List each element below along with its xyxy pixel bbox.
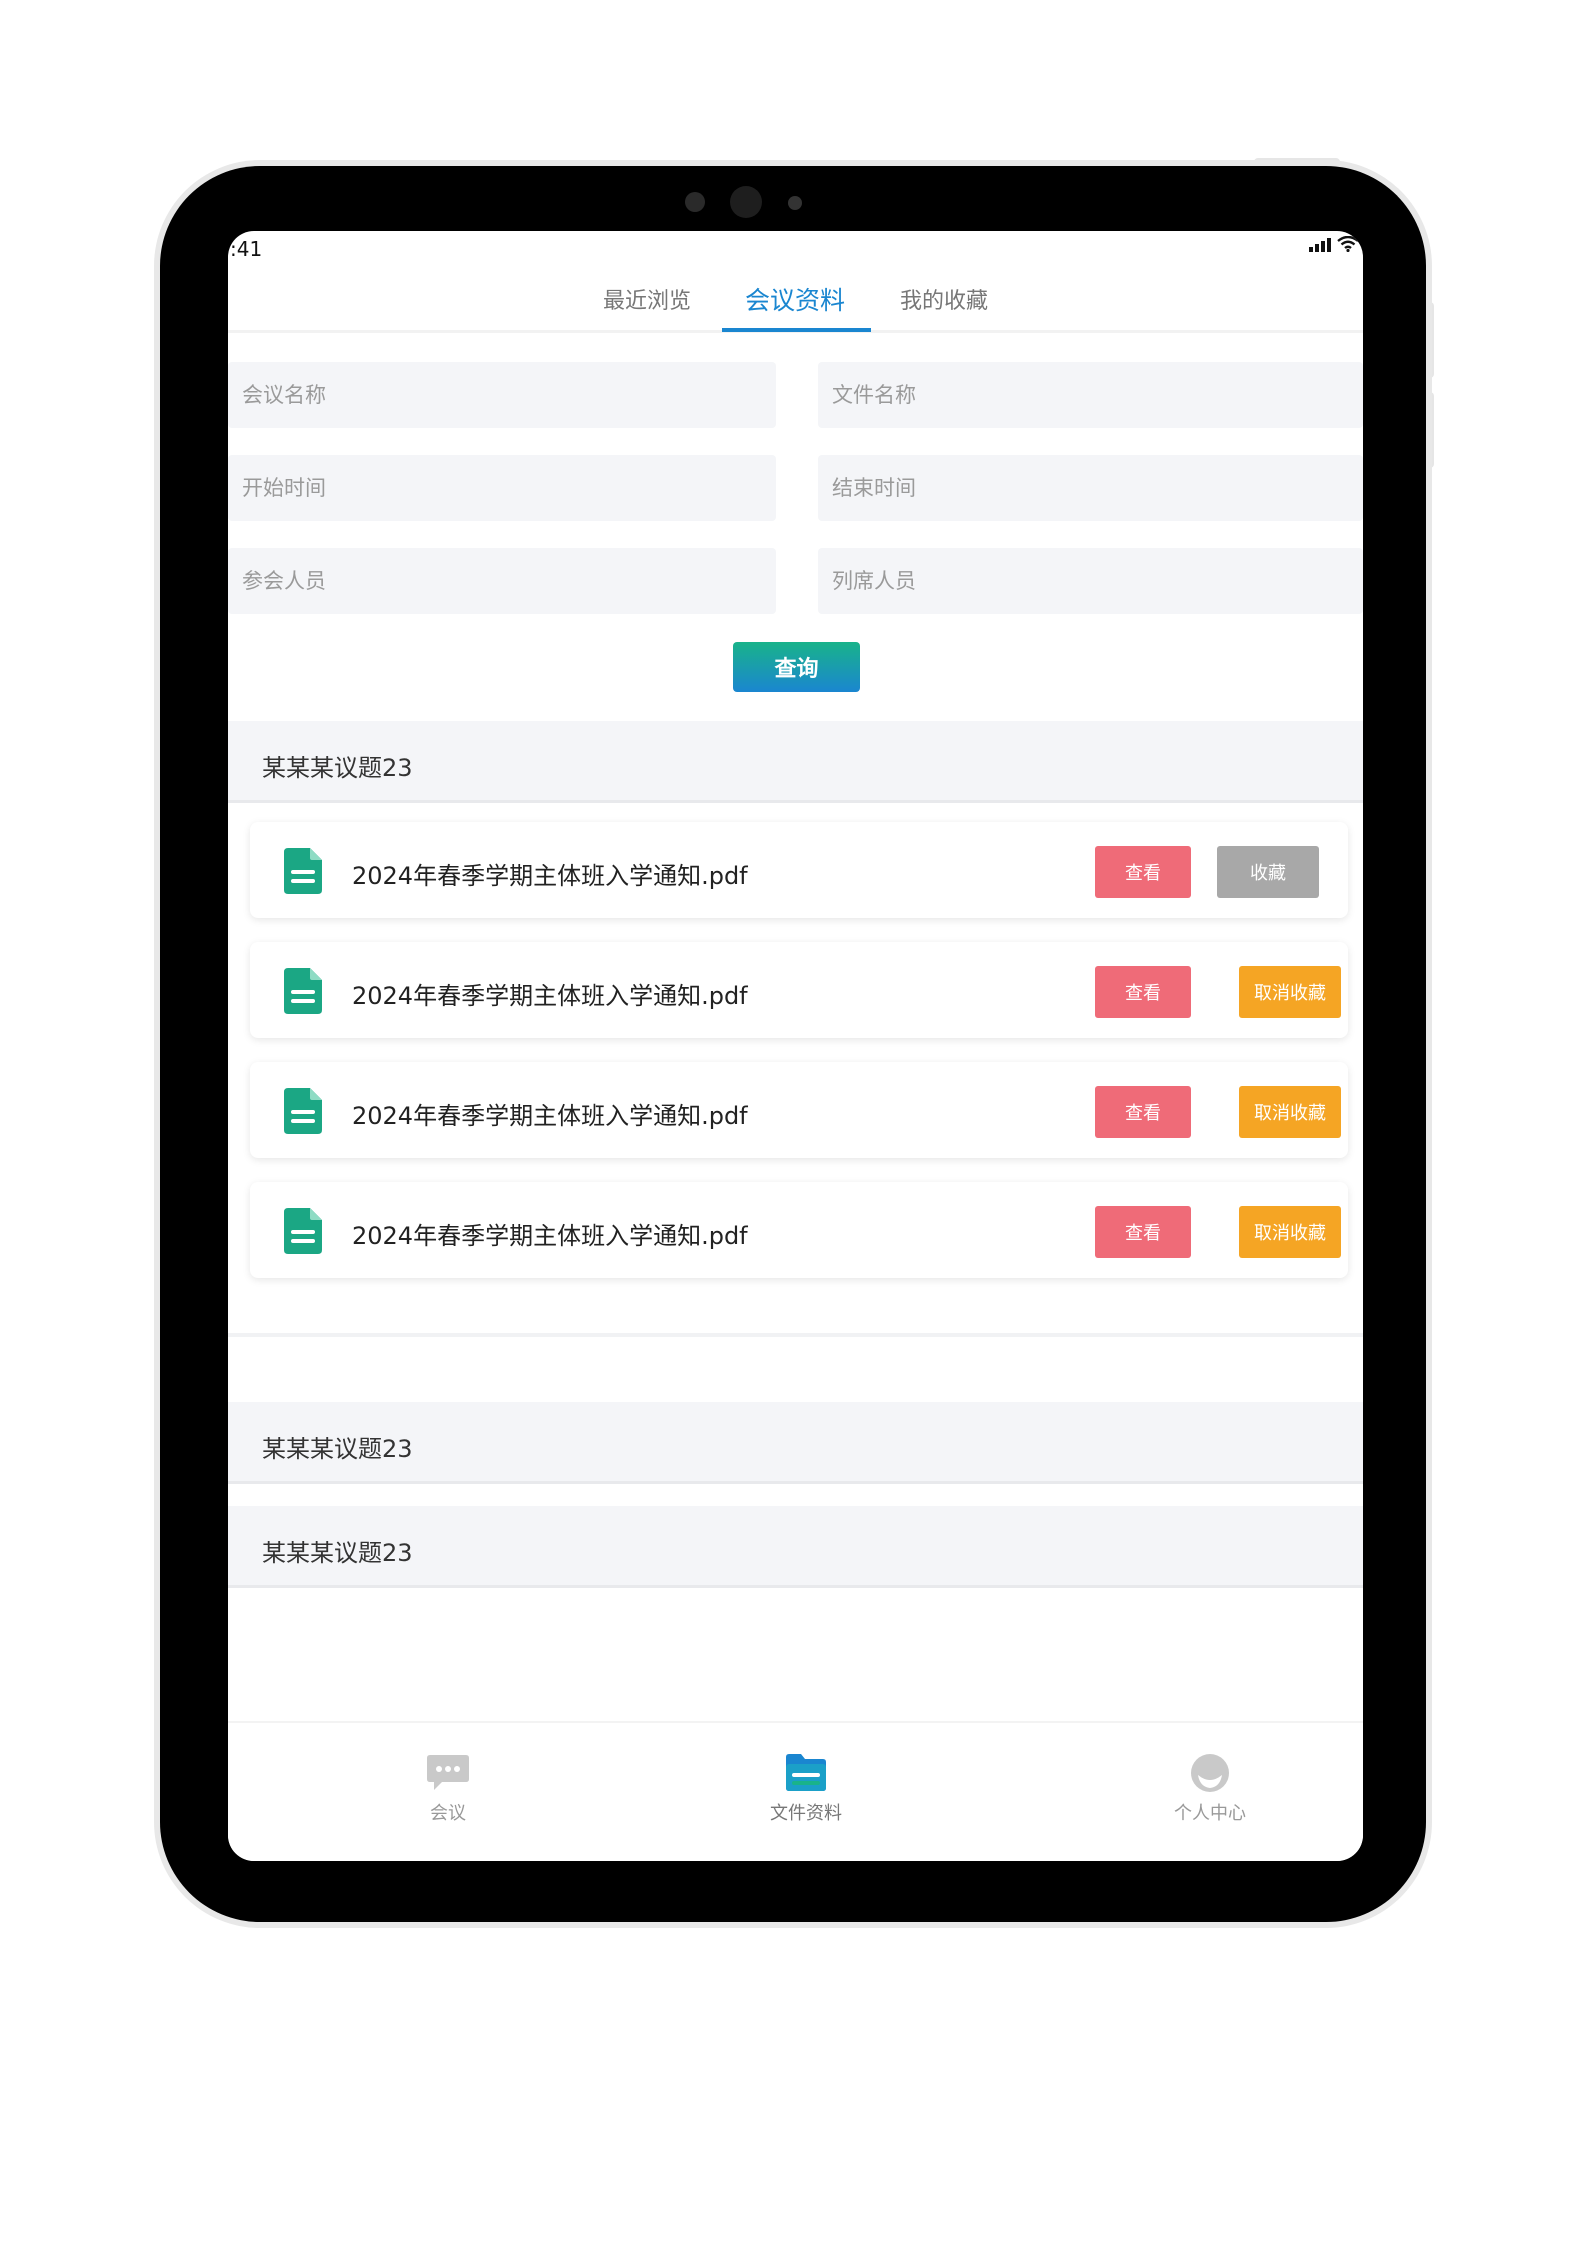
start-time-input[interactable] <box>228 455 776 521</box>
chat-icon <box>427 1755 469 1790</box>
file-card[interactable]: 2024年春季学期主体班入学通知.pdf 查看 取消收藏 <box>250 942 1348 1038</box>
observers-input[interactable] <box>818 548 1363 614</box>
file-card[interactable]: 2024年春季学期主体班入学通知.pdf 查看 取消收藏 <box>250 1062 1348 1158</box>
file-name: 2024年春季学期主体班入学通知.pdf <box>352 982 748 1010</box>
query-button[interactable]: 查询 <box>733 642 860 692</box>
section-header[interactable]: 某某某议题23 <box>228 1506 1363 1588</box>
unfavorite-button[interactable]: 取消收藏 <box>1239 1206 1341 1258</box>
view-button[interactable]: 查看 <box>1095 1206 1191 1258</box>
wifi-icon <box>1337 236 1359 252</box>
status-icons <box>1309 236 1359 252</box>
nav-files[interactable]: 文件资料 <box>746 1753 866 1825</box>
document-icon <box>284 968 322 1014</box>
meeting-name-input[interactable] <box>228 362 776 428</box>
tab-my-favorites[interactable]: 我的收藏 <box>900 283 988 333</box>
file-name: 2024年春季学期主体班入学通知.pdf <box>352 1102 748 1130</box>
favorite-button[interactable]: 收藏 <box>1217 846 1319 898</box>
file-card[interactable]: 2024年春季学期主体班入学通知.pdf 查看 收藏 <box>250 822 1348 918</box>
top-tabs: 最近浏览 会议资料 我的收藏 <box>228 273 1363 333</box>
section-header[interactable]: 某某某议题23 <box>228 1402 1363 1484</box>
tab-recent[interactable]: 最近浏览 <box>603 283 691 333</box>
view-button[interactable]: 查看 <box>1095 966 1191 1018</box>
tab-meeting-materials[interactable]: 会议资料 <box>745 281 845 331</box>
document-icon <box>284 1088 322 1134</box>
document-icon <box>284 848 322 894</box>
view-button[interactable]: 查看 <box>1095 846 1191 898</box>
sensor-dot <box>685 192 705 212</box>
nav-label: 会议 <box>430 1803 466 1824</box>
file-card[interactable]: 2024年春季学期主体班入学通知.pdf 查看 取消收藏 <box>250 1182 1348 1278</box>
bottom-nav: 会议 文件资料 个人中心 <box>228 1721 1363 1861</box>
section-header[interactable]: 某某某议题23 <box>228 721 1363 803</box>
active-tab-indicator <box>722 328 871 332</box>
user-icon <box>1191 1754 1229 1792</box>
view-button[interactable]: 查看 <box>1095 1086 1191 1138</box>
nav-profile[interactable]: 个人中心 <box>1150 1753 1270 1825</box>
attendees-input[interactable] <box>228 548 776 614</box>
status-bar: :41 <box>228 231 1363 261</box>
section-title: 某某某议题23 <box>262 754 413 782</box>
volume-down-button <box>1426 392 1434 468</box>
section-file-list: 2024年春季学期主体班入学通知.pdf 查看 收藏 2024年春季学期主体班入… <box>228 806 1363 1337</box>
unfavorite-button[interactable]: 取消收藏 <box>1239 1086 1341 1138</box>
unfavorite-button[interactable]: 取消收藏 <box>1239 966 1341 1018</box>
light-sensor <box>788 196 802 210</box>
file-name: 2024年春季学期主体班入学通知.pdf <box>352 862 748 890</box>
end-time-input[interactable] <box>818 455 1363 521</box>
app-screen: :41 最近浏览 会议资料 我的收藏 查询 某某某议题23 <box>228 231 1363 1861</box>
status-time: :41 <box>230 237 263 261</box>
file-name-input[interactable] <box>818 362 1363 428</box>
nav-label: 个人中心 <box>1174 1803 1246 1824</box>
nav-meetings[interactable]: 会议 <box>388 1753 508 1825</box>
folder-icon <box>786 1754 826 1791</box>
section-title: 某某某议题23 <box>262 1539 413 1567</box>
signal-icon <box>1309 236 1331 252</box>
front-camera <box>730 186 762 218</box>
volume-up-button <box>1426 302 1434 378</box>
power-button <box>1254 158 1340 166</box>
nav-label: 文件资料 <box>770 1803 842 1824</box>
file-name: 2024年春季学期主体班入学通知.pdf <box>352 1222 748 1250</box>
document-icon <box>284 1208 322 1254</box>
section-title: 某某某议题23 <box>262 1435 413 1463</box>
